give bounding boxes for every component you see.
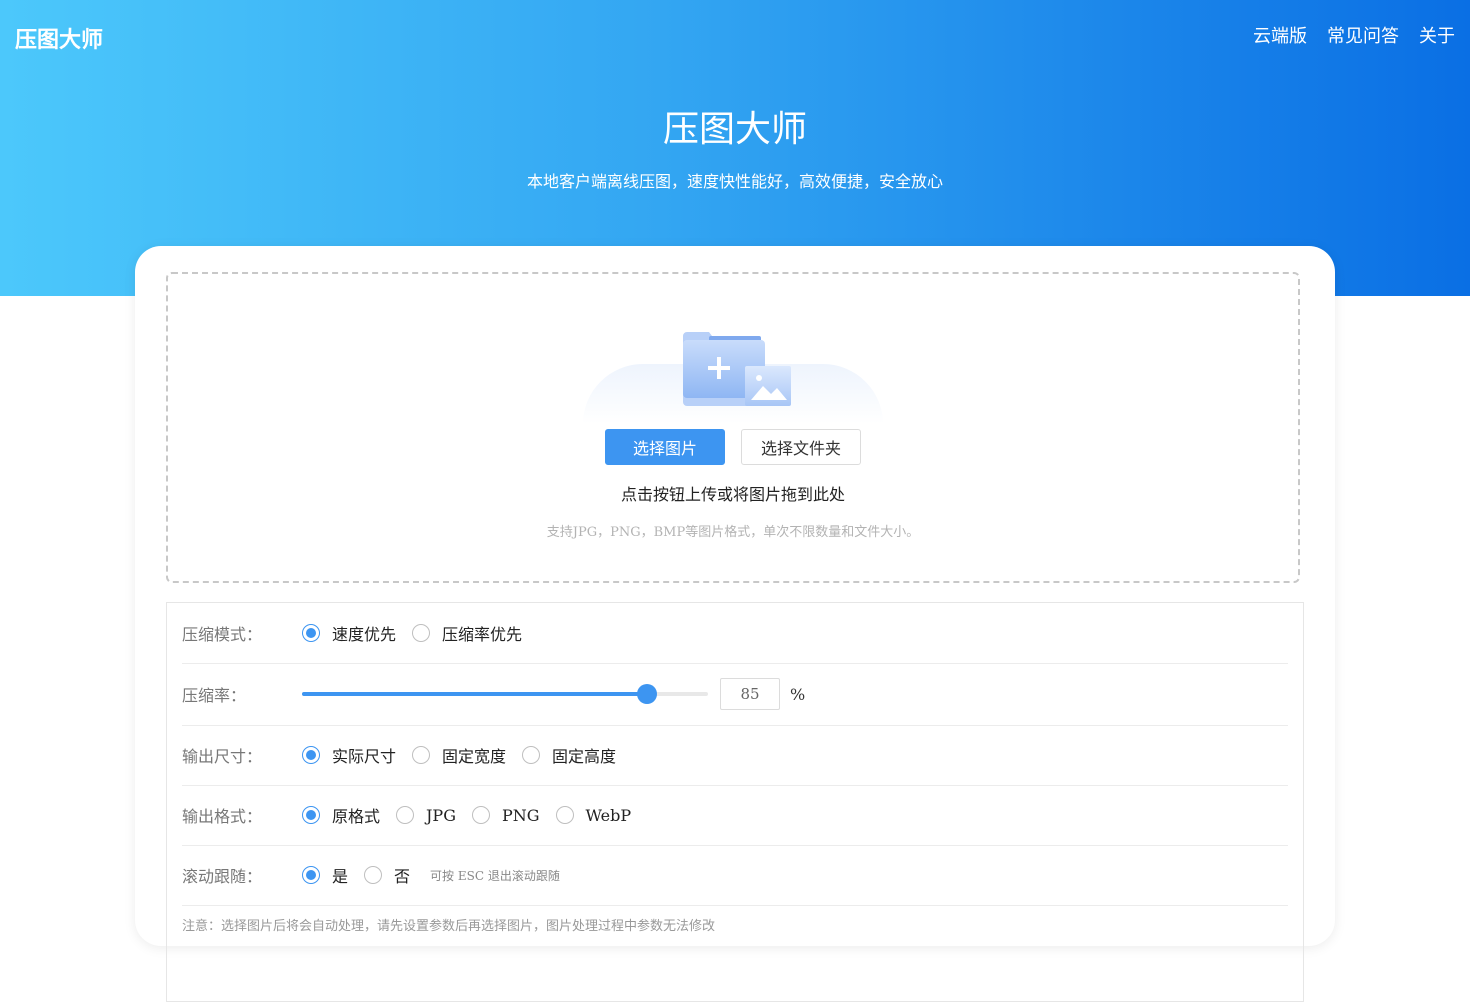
main-card: 选择图片 选择文件夹 点击按钮上传或将图片拖到此处 支持JPG，PNG，BMP等… xyxy=(135,246,1335,1002)
scroll-label: 滚动跟随： xyxy=(182,867,263,886)
ratio-unit: % xyxy=(790,684,806,704)
radio-unselected-icon[interactable] xyxy=(412,624,431,642)
upload-hint: 点击按钮上传或将图片拖到此处 xyxy=(620,485,845,504)
setting-row-mode: 压缩模式： 速度优先 压缩率优先 xyxy=(182,603,1288,664)
nav-about[interactable]: 关于 xyxy=(1419,22,1455,48)
scroll-option-yes[interactable]: 是 xyxy=(302,863,348,887)
slider-fill xyxy=(302,692,647,696)
radio-unselected-icon[interactable] xyxy=(555,806,574,824)
setting-row-ratio: 压缩率： % xyxy=(182,663,1288,726)
setting-row-format: 输出格式： 原格式 JPG PNG WebP xyxy=(182,785,1288,846)
format-label: 输出格式： xyxy=(182,807,263,826)
slider-handle[interactable] xyxy=(637,684,657,704)
size-label: 输出尺寸： xyxy=(182,747,263,766)
select-image-button[interactable]: 选择图片 xyxy=(605,429,725,465)
nav-cloud-version[interactable]: 云端版 xyxy=(1253,22,1307,48)
settings-panel: 压缩模式： 速度优先 压缩率优先 压缩率： % 输出尺寸： xyxy=(166,602,1304,1002)
ratio-label: 压缩率： xyxy=(182,686,247,705)
scroll-tip: 可按 ESC 退出滚动跟随 xyxy=(430,868,560,883)
format-option-webp[interactable]: WebP xyxy=(555,806,631,825)
radio-selected-icon[interactable] xyxy=(302,624,320,642)
ratio-slider[interactable] xyxy=(302,684,708,704)
radio-unselected-icon[interactable] xyxy=(522,746,541,764)
ratio-input[interactable] xyxy=(720,678,780,710)
folder-add-image-icon xyxy=(683,332,791,406)
mode-label: 压缩模式： xyxy=(182,625,263,644)
radio-unselected-icon[interactable] xyxy=(396,806,415,824)
nav-faq[interactable]: 常见问答 xyxy=(1327,22,1399,48)
setting-row-scroll: 滚动跟随： 是 否 可按 ESC 退出滚动跟随 xyxy=(182,845,1288,906)
upload-dropzone[interactable]: 选择图片 选择文件夹 点击按钮上传或将图片拖到此处 支持JPG，PNG，BMP等… xyxy=(166,272,1300,583)
select-folder-button[interactable]: 选择文件夹 xyxy=(741,429,861,465)
setting-row-size: 输出尺寸： 实际尺寸 固定宽度 固定高度 xyxy=(182,725,1288,786)
format-option-jpg[interactable]: JPG xyxy=(396,806,456,825)
logo[interactable]: 压图大师 xyxy=(15,22,103,54)
size-option-fixed-height[interactable]: 固定高度 xyxy=(522,743,616,767)
hero-title: 压图大师 xyxy=(662,109,807,150)
radio-selected-icon[interactable] xyxy=(302,866,320,884)
format-option-png[interactable]: PNG xyxy=(471,806,540,825)
hero-subtitle: 本地客户端离线压图，速度快性能好，高效便捷，安全放心 xyxy=(526,172,943,191)
size-option-actual[interactable]: 实际尺寸 xyxy=(302,743,396,767)
radio-unselected-icon[interactable] xyxy=(471,806,490,824)
radio-unselected-icon[interactable] xyxy=(412,746,431,764)
format-option-original[interactable]: 原格式 xyxy=(302,803,380,827)
scroll-option-no[interactable]: 否 xyxy=(364,863,410,887)
upload-button-row: 选择图片 选择文件夹 xyxy=(168,429,1298,465)
radio-selected-icon[interactable] xyxy=(302,746,320,764)
radio-unselected-icon[interactable] xyxy=(364,866,383,884)
upload-format-note: 支持JPG，PNG，BMP等图片格式，单次不限数量和文件大小。 xyxy=(546,525,920,540)
mode-option-speed[interactable]: 速度优先 xyxy=(302,621,396,645)
mode-option-ratio[interactable]: 压缩率优先 xyxy=(412,621,522,645)
radio-selected-icon[interactable] xyxy=(302,806,320,824)
size-option-fixed-width[interactable]: 固定宽度 xyxy=(412,743,506,767)
top-nav: 云端版 常见问答 关于 xyxy=(1253,22,1455,48)
settings-footnote: 注意：选择图片后将会自动处理，请先设置参数后再选择图片，图片处理过程中参数无法修… xyxy=(182,919,716,934)
